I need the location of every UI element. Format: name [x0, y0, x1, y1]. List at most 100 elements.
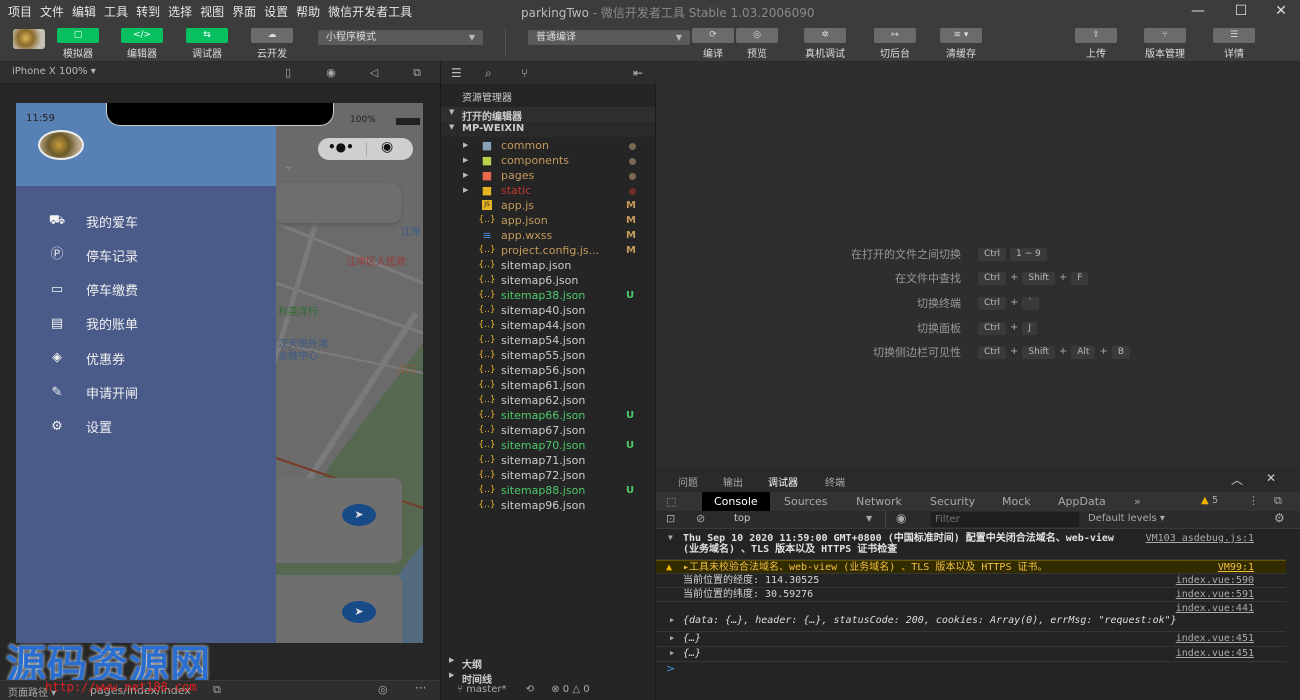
console-prompt[interactable]: > — [666, 662, 675, 675]
file-item[interactable]: {..} sitemap67.json — [441, 423, 655, 438]
file-item[interactable]: {..} sitemap88.json U — [441, 483, 655, 498]
devtools-tab[interactable]: Mock — [992, 492, 1041, 511]
detach-window-icon[interactable]: ⧉ — [410, 66, 424, 79]
drawer-menu-item[interactable]: ✎ 申请开闸 — [46, 382, 138, 404]
open-editors-section[interactable]: ▼ 打开的编辑器 — [441, 107, 655, 123]
log-source-link[interactable]: index.vue:451 — [1176, 633, 1254, 644]
inspect-icon[interactable]: ⬚ — [666, 495, 676, 508]
console-log-entry[interactable]: 当前位置的经度: 114.30525 index.vue:590 — [656, 574, 1286, 588]
maximize-panel-icon[interactable]: ︿ — [1231, 471, 1243, 488]
expand-icon[interactable]: ▶ — [670, 649, 674, 657]
log-source-link[interactable]: index.vue:590 — [1176, 575, 1254, 586]
console-log-entry[interactable]: ▶ {…} index.vue:451 — [656, 632, 1286, 647]
file-item[interactable]: {..} sitemap44.json — [441, 318, 655, 333]
file-item[interactable]: {..} sitemap56.json — [441, 363, 655, 378]
close-window-button[interactable]: ✕ — [1266, 2, 1296, 20]
panel-tab[interactable]: 问题 — [678, 474, 698, 489]
outline-section[interactable]: ▶ 大纲 — [441, 655, 655, 671]
menu-item[interactable]: 设置 — [264, 3, 288, 20]
more-icon[interactable]: ··· — [415, 681, 426, 695]
version-button[interactable]: ⑂ 版本管理 — [1140, 28, 1190, 60]
drawer-menu-item[interactable]: ◈ 优惠券 — [46, 347, 125, 369]
volume-icon[interactable]: ◁ — [367, 66, 381, 79]
file-item[interactable]: {..} project.config.js... M — [441, 243, 655, 258]
panel-tab[interactable]: 输出 — [723, 474, 743, 489]
close-panel-icon[interactable]: ✕ — [1266, 471, 1276, 485]
file-item[interactable]: {..} sitemap71.json — [441, 453, 655, 468]
kebab-menu-icon[interactable]: ⋮ — [1248, 494, 1259, 507]
debugger-toggle[interactable]: ⇆ 调试器 — [186, 28, 228, 60]
expand-icon[interactable]: ▶ — [670, 616, 674, 624]
menu-item[interactable]: 转到 — [136, 3, 160, 20]
file-item[interactable]: {..} sitemap66.json U — [441, 408, 655, 423]
compile-select[interactable]: 普通编译 ▼ — [528, 30, 690, 45]
search-icon[interactable]: ⌕ — [485, 66, 492, 81]
log-source-link[interactable]: index.vue:451 — [1176, 648, 1254, 659]
log-source-link[interactable]: index.vue:591 — [1176, 589, 1254, 600]
drawer-menu-item[interactable]: Ⓟ 停车记录 — [46, 244, 138, 266]
simulator-toggle[interactable]: ▢ 模拟器 — [57, 28, 99, 60]
editor-toggle[interactable]: </> 编辑器 — [121, 28, 163, 60]
branch-name[interactable]: master* — [466, 684, 506, 695]
menu-item[interactable]: 文件 — [40, 3, 64, 20]
panel-tab[interactable]: 终端 — [825, 474, 845, 489]
real-device-debug-button[interactable]: ✲ 真机调试 — [800, 28, 850, 60]
console-log-entry[interactable]: ▶ {data: {…}, header: {…}, statusCode: 20… — [656, 602, 1286, 632]
expand-icon[interactable]: ▶ — [670, 634, 674, 642]
expand-icon[interactable]: ▼ — [668, 533, 673, 542]
warning-count[interactable]: 0 — [583, 684, 589, 695]
phone-frame-icon[interactable]: ▯ — [281, 66, 295, 79]
mode-select[interactable]: 小程序模式 ▼ — [318, 30, 483, 45]
background-button[interactable]: ↦ 切后台 — [874, 28, 916, 60]
file-item[interactable]: {..} sitemap38.json U — [441, 288, 655, 303]
console-log-entry[interactable]: ▶ {…} index.vue:451 — [656, 647, 1286, 662]
console-log-entry[interactable]: ▲ ▸工具未校验合法域名、web-view (业务域名) 、TLS 版本以及 HT… — [656, 560, 1286, 574]
minimize-button[interactable]: — — [1183, 2, 1213, 20]
copy-icon[interactable]: ⧉ — [213, 683, 221, 697]
context-select[interactable]: top ▼ — [726, 511, 886, 528]
file-item[interactable]: {..} sitemap55.json — [441, 348, 655, 363]
record-icon[interactable]: ◉ — [324, 66, 338, 79]
clear-console-icon[interactable]: ⊘ — [696, 512, 705, 525]
more-icon[interactable]: •●• — [328, 140, 354, 154]
devtools-tab[interactable]: AppData — [1048, 492, 1116, 511]
drawer-menu-item[interactable]: ▤ 我的账单 — [46, 313, 138, 335]
phone-screen[interactable]: 江岸 江岸区人民政 利英洋行 汉天悦外滩 金融中心 汉口 ⌄ 100% •●• … — [16, 103, 423, 643]
menu-item[interactable]: 界面 — [232, 3, 256, 20]
devtools-tab[interactable]: » — [1124, 492, 1151, 511]
warning-badge[interactable]: ▲ 5 — [1201, 495, 1218, 506]
details-button[interactable]: ☰ 详情 — [1213, 28, 1255, 60]
folder-item[interactable]: ▶ ■ pages — [441, 168, 655, 183]
file-item[interactable]: {..} sitemap96.json — [441, 498, 655, 513]
menu-item[interactable]: 微信开发者工具 — [328, 3, 412, 20]
clear-cache-button[interactable]: ≋ ▾ 清缓存 — [940, 28, 982, 60]
menu-item[interactable]: 帮助 — [296, 3, 320, 20]
file-item[interactable]: {..} sitemap62.json — [441, 393, 655, 408]
menu-item[interactable]: 选择 — [168, 3, 192, 20]
device-select[interactable]: iPhone X 100% ▾ — [12, 66, 96, 77]
eye-icon[interactable]: ◉ — [896, 511, 906, 525]
sync-icon[interactable]: ⟲ — [526, 684, 534, 695]
list-icon[interactable]: ☰ — [451, 66, 462, 80]
preview-button[interactable]: ◎ 预览 — [736, 28, 778, 60]
file-item[interactable]: {..} sitemap6.json — [441, 273, 655, 288]
search-box[interactable] — [266, 183, 401, 223]
sidebar-toggle-icon[interactable]: ⊡ — [666, 512, 675, 525]
navigate-icon[interactable]: ➤ — [342, 504, 376, 526]
menu-item[interactable]: 工具 — [104, 3, 128, 20]
timeline-section[interactable]: ▶ 时间线 — [441, 670, 655, 686]
menu-item[interactable]: 项目 — [8, 3, 32, 20]
file-item[interactable]: {..} sitemap54.json — [441, 333, 655, 348]
drawer-menu-item[interactable]: ⛟ 我的爱车 — [46, 210, 138, 232]
devtools-tab[interactable]: Security — [920, 492, 985, 511]
file-item[interactable]: {..} sitemap72.json — [441, 468, 655, 483]
navigate-icon[interactable]: ➤ — [342, 601, 376, 623]
file-item[interactable]: {..} sitemap61.json — [441, 378, 655, 393]
log-levels-select[interactable]: Default levels ▾ — [1088, 513, 1165, 524]
git-branch-icon[interactable]: ⑂ — [521, 66, 528, 80]
devtools-tab[interactable]: Console — [702, 492, 770, 511]
folder-item[interactable]: ▶ ■ common — [441, 138, 655, 153]
chevron-down-icon[interactable]: ⌄ — [284, 161, 292, 172]
file-item[interactable]: ≡ app.wxss M — [441, 228, 655, 243]
folder-item[interactable]: ▶ ■ static — [441, 183, 655, 198]
